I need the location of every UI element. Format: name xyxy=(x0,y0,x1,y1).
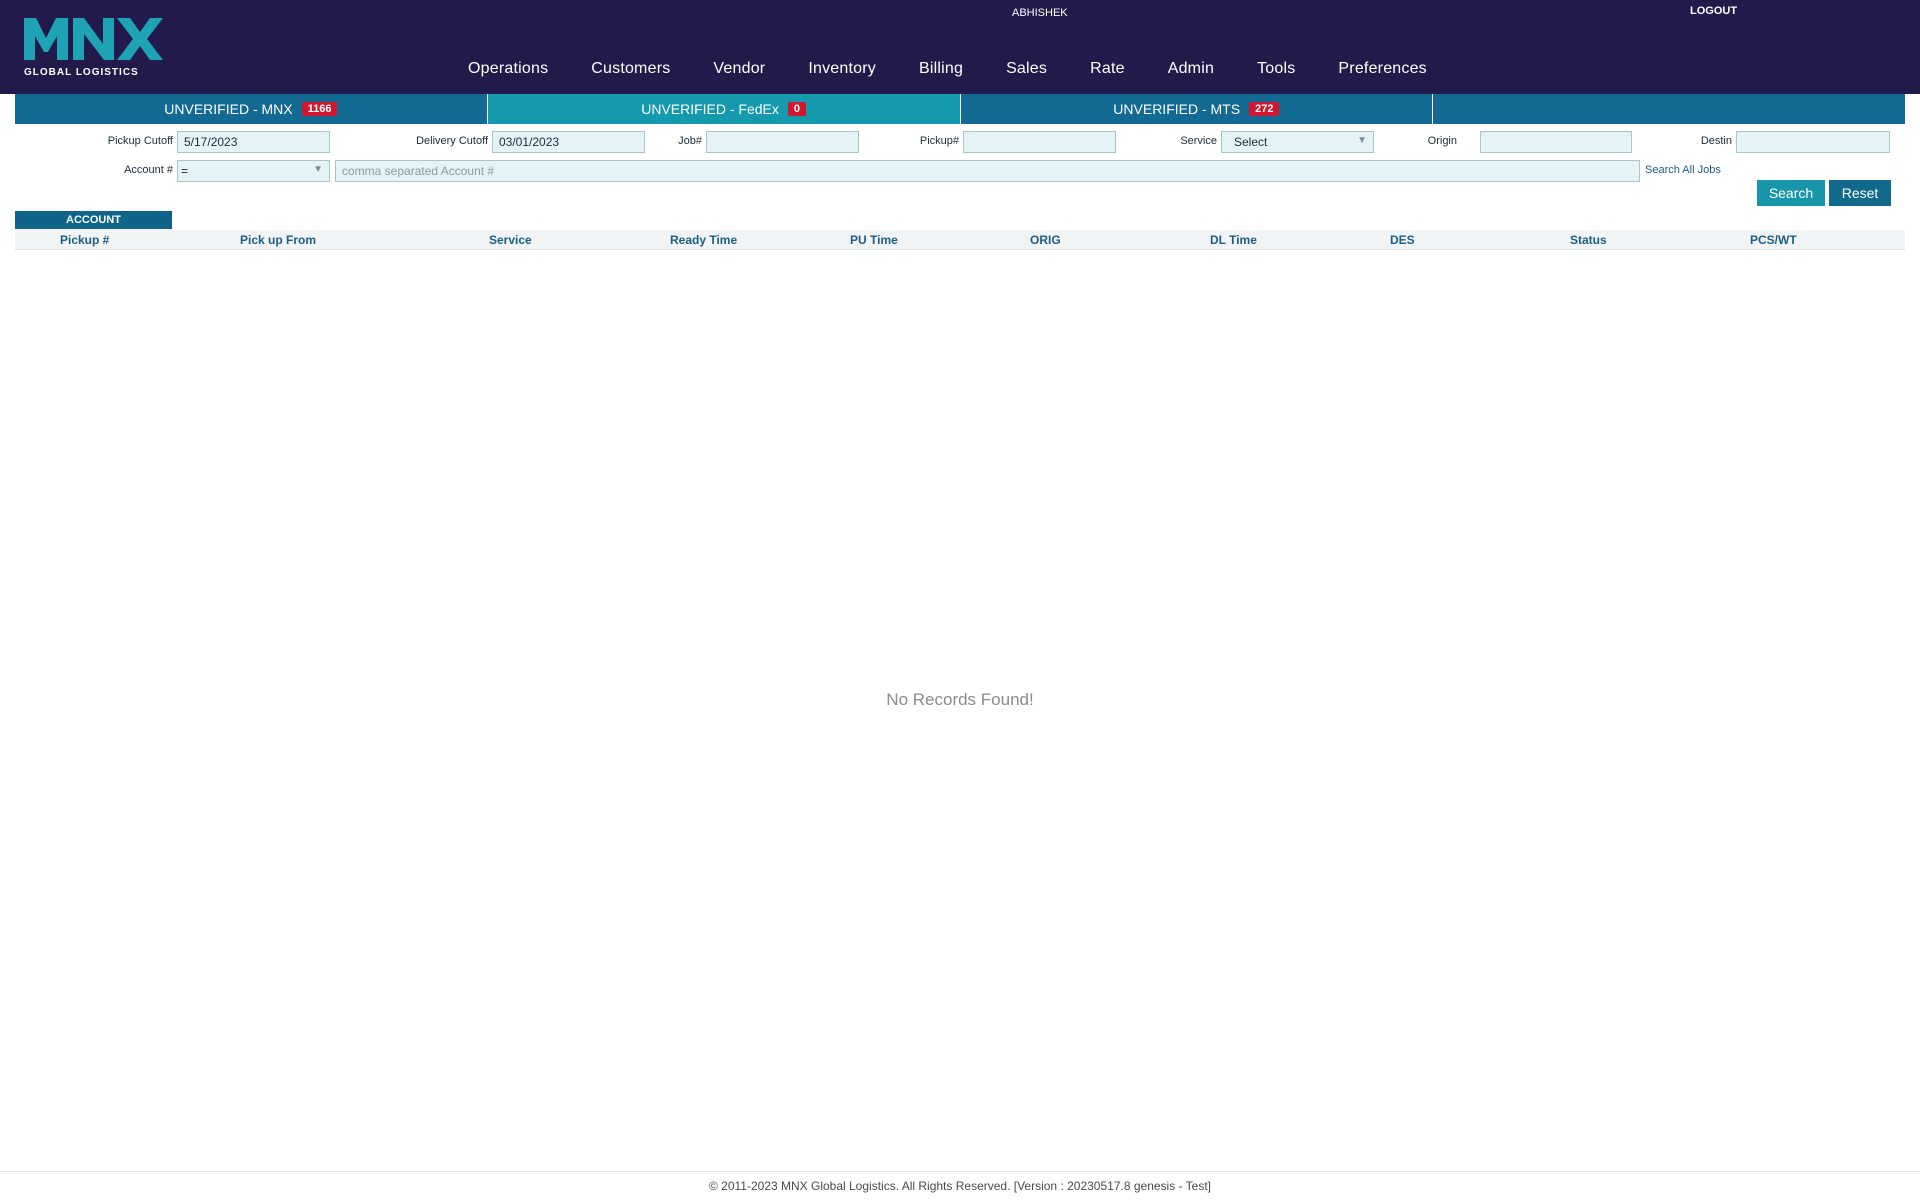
column-pickup-from[interactable]: Pick up From xyxy=(240,233,316,247)
column-orig[interactable]: ORIG xyxy=(1030,233,1061,247)
column-pickup-number[interactable]: Pickup # xyxy=(60,233,109,247)
dropdown-arrow-icon: ▼ xyxy=(1357,135,1367,146)
tab-label: UNVERIFIED - MNX xyxy=(164,101,293,117)
service-select-value: Select xyxy=(1234,135,1268,149)
destin-input[interactable] xyxy=(1736,131,1890,153)
group-by-account-tab[interactable]: ACCOUNT xyxy=(15,211,172,229)
tab-label: UNVERIFIED - MTS xyxy=(1113,101,1241,117)
top-header: GLOBAL LOGISTICS ABHISHEK LOGOUT Operati… xyxy=(0,0,1920,94)
pickup-number-label: Pickup# xyxy=(919,135,959,147)
search-button[interactable]: Search xyxy=(1757,180,1825,206)
nav-inventory[interactable]: Inventory xyxy=(808,60,876,78)
mnx-logo-mark xyxy=(24,18,163,60)
delivery-cutoff-input[interactable] xyxy=(492,131,645,153)
count-badge: 0 xyxy=(787,102,807,116)
nav-sales[interactable]: Sales xyxy=(1006,60,1047,78)
username: ABHISHEK xyxy=(1012,7,1068,19)
column-pu-time[interactable]: PU Time xyxy=(850,233,898,247)
nav-customers[interactable]: Customers xyxy=(591,60,670,78)
nav-vendor[interactable]: Vendor xyxy=(713,60,765,78)
search-all-jobs-link[interactable]: Search All Jobs xyxy=(1645,164,1721,176)
count-badge: 272 xyxy=(1249,102,1280,116)
service-label: Service xyxy=(1180,135,1217,147)
account-label: Account # xyxy=(124,164,173,176)
job-label: Job# xyxy=(678,135,702,147)
footer-divider xyxy=(0,1171,1920,1172)
column-dl-time[interactable]: DL Time xyxy=(1210,233,1257,247)
tab-unverified-fedex[interactable]: UNVERIFIED - FedEx 0 xyxy=(487,94,961,124)
destin-label: Destin xyxy=(1700,135,1732,147)
origin-label: Origin xyxy=(1427,135,1457,147)
account-input-placeholder: comma separated Account # xyxy=(342,164,495,178)
pickup-cutoff-input[interactable] xyxy=(177,131,330,153)
pickup-number-input[interactable] xyxy=(963,131,1116,153)
logo-subtitle: GLOBAL LOGISTICS xyxy=(24,67,139,78)
reset-button[interactable]: Reset xyxy=(1829,180,1891,206)
delivery-cutoff-label: Delivery Cutoff xyxy=(416,135,488,147)
grid-header: Pickup # Pick up From Service Ready Time… xyxy=(15,230,1905,250)
tab-unverified-mnx[interactable]: UNVERIFIED - MNX 1166 xyxy=(15,94,488,124)
unverified-tabs: UNVERIFIED - MNX 1166 UNVERIFIED - FedEx… xyxy=(15,94,1905,124)
nav-admin[interactable]: Admin xyxy=(1168,60,1214,78)
tab-unverified-mts[interactable]: UNVERIFIED - MTS 272 xyxy=(960,94,1434,124)
account-numbers-input[interactable]: comma separated Account # xyxy=(335,160,1640,182)
nav-billing[interactable]: Billing xyxy=(919,60,963,78)
nav-tools[interactable]: Tools xyxy=(1257,60,1295,78)
column-ready-time[interactable]: Ready Time xyxy=(670,233,737,247)
column-des[interactable]: DES xyxy=(1390,233,1415,247)
nav-operations[interactable]: Operations xyxy=(468,60,548,78)
column-pcs-wt[interactable]: PCS/WT xyxy=(1750,233,1797,247)
origin-input[interactable] xyxy=(1480,131,1632,153)
no-records-message: No Records Found! xyxy=(886,690,1034,709)
footer-copyright: © 2011-2023 MNX Global Logistics. All Ri… xyxy=(708,1179,1211,1193)
pickup-cutoff-label: Pickup Cutoff xyxy=(107,135,173,147)
nav-rate[interactable]: Rate xyxy=(1090,60,1125,78)
column-service[interactable]: Service xyxy=(489,233,532,247)
account-operator-value: = xyxy=(181,164,189,178)
dropdown-arrow-icon: ▼ xyxy=(313,164,323,175)
logout-link[interactable]: LOGOUT xyxy=(1690,5,1737,17)
tab-label: UNVERIFIED - FedEx xyxy=(641,101,779,117)
job-input[interactable] xyxy=(706,131,859,153)
tab-empty[interactable] xyxy=(1433,94,1905,124)
account-operator-select[interactable]: = ▼ xyxy=(177,160,330,182)
nav-preferences[interactable]: Preferences xyxy=(1338,60,1426,78)
column-status[interactable]: Status xyxy=(1570,233,1607,247)
count-badge: 1166 xyxy=(301,102,338,116)
main-nav: Operations Customers Vendor Inventory Bi… xyxy=(468,60,1470,78)
service-select[interactable]: Select ▼ xyxy=(1221,131,1374,153)
